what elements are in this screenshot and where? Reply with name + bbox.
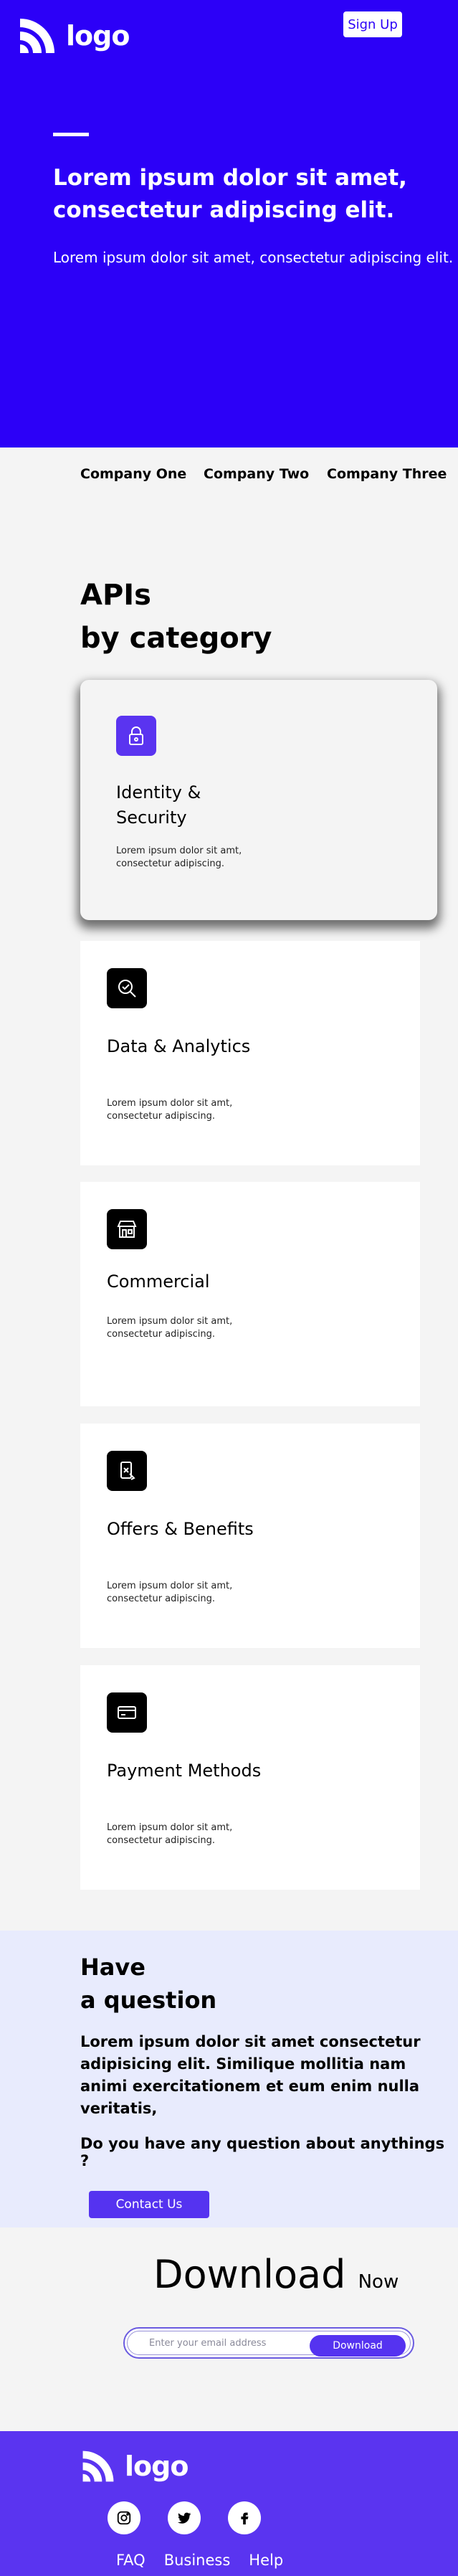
card-title: Offers & Benefits (107, 1519, 254, 1539)
footer: logo FAQ Business Help (0, 2431, 458, 2576)
social-links (108, 2501, 261, 2534)
card-desc: Lorem ipsum dolor sit amt, consectetur a… (107, 1581, 233, 1604)
download-button[interactable]: Download (310, 2335, 406, 2357)
card-desc: Lorem ipsum dolor sit amt, consectetur a… (107, 1822, 233, 1846)
card-title: Commercial (107, 1272, 210, 1292)
card-desc: Lorem ipsum dolor sit amt, consectetur a… (107, 1316, 233, 1340)
download-form: Download (123, 2327, 414, 2359)
logo[interactable]: logo (17, 16, 130, 56)
apis-title-line1: APIs (80, 579, 151, 612)
logo-icon (20, 19, 54, 53)
question-title-line1: Have (80, 1954, 145, 1981)
apis-title-line2: by category (80, 622, 272, 655)
download-title-main: Download (153, 2252, 346, 2297)
question-ask: Do you have any question about anythings… (80, 2135, 445, 2169)
store-icon (107, 1209, 147, 1249)
logo-text: logo (66, 20, 130, 52)
api-card-commercial[interactable]: Commercial Lorem ipsum dolor sit amt, co… (80, 1182, 420, 1406)
companies-row: Company One Company Two Company Three (0, 466, 458, 488)
company-two: Company Two (204, 466, 310, 482)
twitter-icon[interactable] (168, 2501, 201, 2534)
company-one: Company One (80, 466, 187, 482)
analytics-icon (107, 968, 147, 1008)
company-three: Company Three (327, 466, 447, 482)
question-text: Lorem ipsum dolor sit amet consectetur a… (80, 2033, 421, 2117)
api-card-payment[interactable]: Payment Methods Lorem ipsum dolor sit am… (80, 1665, 420, 1890)
email-field[interactable] (149, 2338, 307, 2349)
question-section: Have a question Lorem ipsum dolor sit am… (0, 1931, 458, 2227)
credit-card-icon (107, 1692, 147, 1733)
card-desc: Lorem ipsum dolor sit amt, consectetur a… (116, 846, 242, 869)
question-title-line2: a question (80, 1987, 217, 2014)
download-title: Download Now (153, 2252, 399, 2297)
footer-logo[interactable]: logo (80, 2448, 189, 2484)
apis-title: APIs by category (80, 574, 272, 660)
footer-link-faq[interactable]: FAQ (116, 2552, 145, 2569)
api-card-data[interactable]: Data & Analytics Lorem ipsum dolor sit a… (80, 941, 420, 1165)
hero-subtitle: Lorem ipsum dolor sit amet, consectetur … (53, 249, 454, 266)
lock-icon (116, 716, 156, 756)
hero-section: logo Sign Up Lorem ipsum dolor sit amet,… (0, 0, 458, 448)
api-card-identity[interactable]: Identity & Security Lorem ipsum dolor si… (80, 680, 437, 920)
instagram-icon[interactable] (108, 2501, 140, 2534)
card-title: Identity & Security (116, 782, 201, 828)
question-title: Have a question (80, 1951, 216, 2017)
footer-nav: FAQ Business Help (116, 2552, 283, 2569)
facebook-icon[interactable] (228, 2501, 261, 2534)
signup-button[interactable]: Sign Up (342, 10, 404, 39)
footer-link-help[interactable]: Help (249, 2552, 283, 2569)
offers-icon (107, 1451, 147, 1491)
download-title-suffix: Now (358, 2271, 399, 2293)
card-title: Data & Analytics (107, 1036, 251, 1056)
api-card-offers[interactable]: Offers & Benefits Lorem ipsum dolor sit … (80, 1424, 420, 1648)
download-form-inner: Download (127, 2331, 411, 2357)
footer-link-business[interactable]: Business (164, 2552, 231, 2569)
footer-logo-text: logo (125, 2450, 189, 2482)
hero-title: Lorem ipsum dolor sit amet, consectetur … (53, 165, 407, 223)
card-desc: Lorem ipsum dolor sit amt, consectetur a… (107, 1098, 233, 1122)
card-title: Payment Methods (107, 1761, 262, 1781)
contact-us-button[interactable]: Contact Us (89, 2191, 209, 2218)
hero-accent-bar (53, 133, 89, 136)
logo-icon (82, 2450, 114, 2482)
